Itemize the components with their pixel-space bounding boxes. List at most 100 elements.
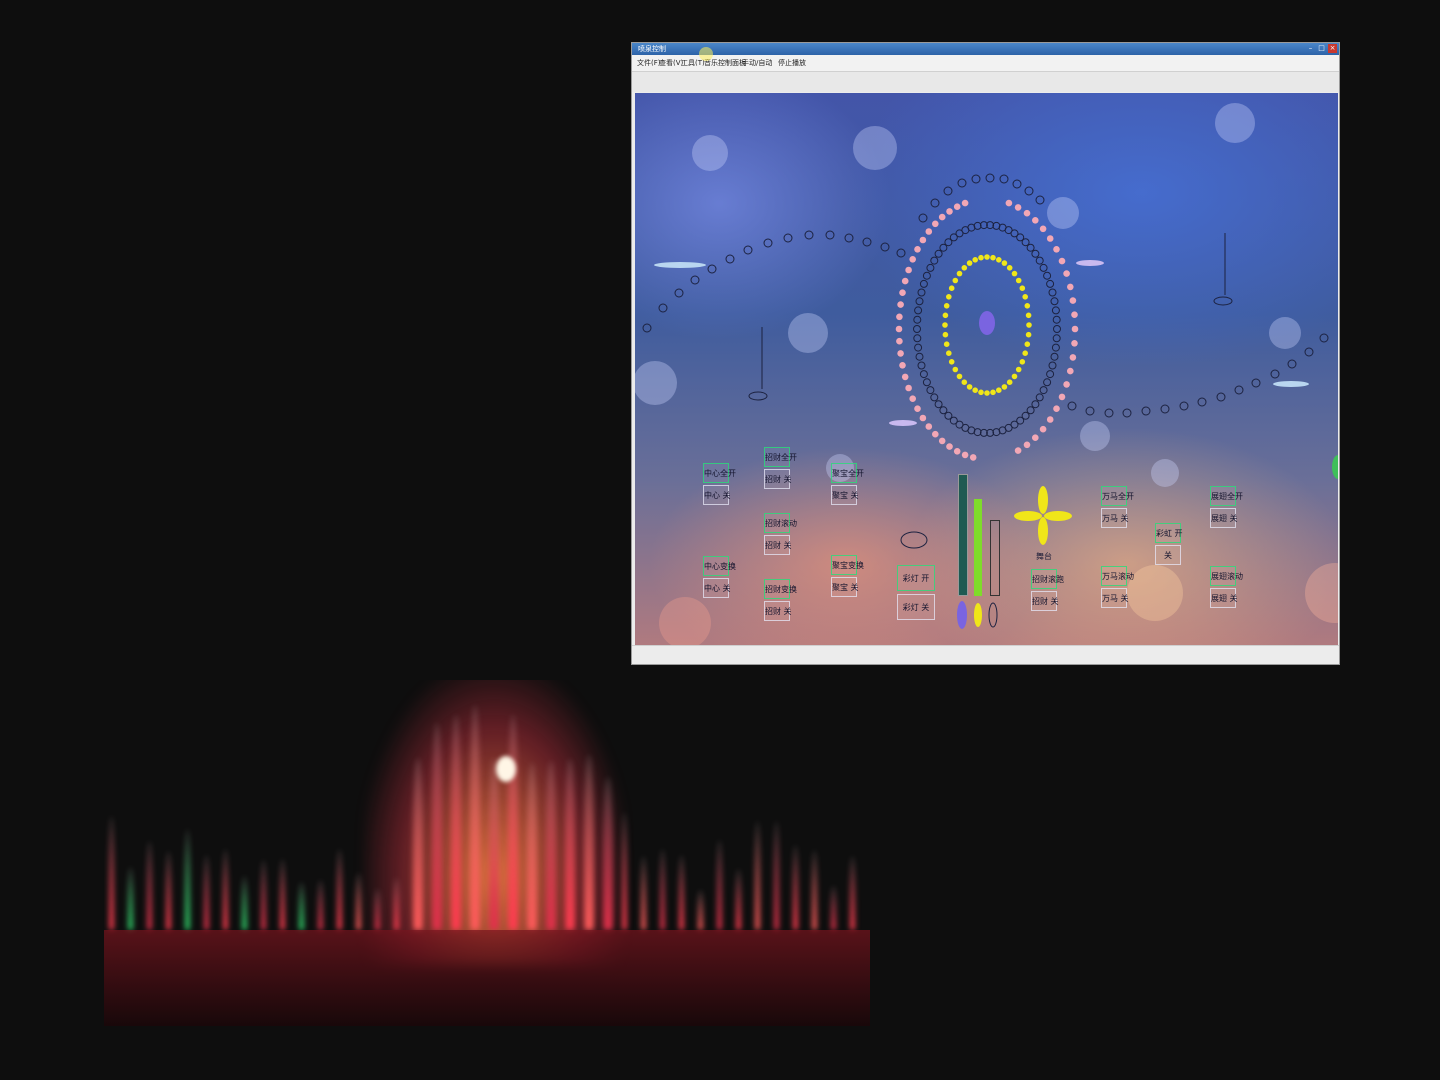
center-nozzle bbox=[979, 311, 995, 335]
titlebar: 喷泉控制 – □ × bbox=[632, 43, 1339, 55]
ring-dot bbox=[897, 301, 904, 308]
center-off-button[interactable]: 中心 关 bbox=[703, 485, 729, 505]
marker-base bbox=[749, 392, 767, 400]
jubao-off-button-2[interactable]: 聚宝 关 bbox=[831, 577, 857, 597]
ring-dot bbox=[962, 265, 968, 271]
stage-label: 舞台 bbox=[1036, 551, 1052, 562]
light-off-button[interactable]: 彩灯 关 bbox=[897, 594, 935, 620]
bokeh-dot bbox=[635, 361, 677, 405]
zhaocai-off-button-2[interactable]: 招财 关 bbox=[764, 535, 790, 555]
ring-dot bbox=[1016, 367, 1022, 373]
ring-dot bbox=[944, 341, 950, 347]
ring-dot bbox=[978, 390, 984, 396]
zhanchi-all-on-button[interactable]: 展翅全开 bbox=[1210, 486, 1236, 506]
nozzle-ellipse bbox=[901, 532, 927, 548]
ring-dot bbox=[962, 200, 969, 207]
zhaocai-change-button[interactable]: 招财变换 bbox=[764, 579, 790, 599]
ring-dot bbox=[1026, 332, 1032, 338]
center-all-on-button[interactable]: 中心全开 bbox=[703, 463, 729, 483]
ring-dot bbox=[954, 203, 961, 210]
water-jet bbox=[223, 849, 228, 930]
menu-file[interactable]: 文件(F) bbox=[637, 58, 661, 68]
level-bar-teal bbox=[958, 474, 968, 596]
ring-dot bbox=[978, 255, 984, 261]
zhaocai-move-button[interactable]: 招财滚动 bbox=[764, 513, 790, 533]
water-jet bbox=[736, 869, 741, 930]
zhanchi-move-button[interactable]: 展翅滚动 bbox=[1210, 566, 1236, 586]
ring-dot bbox=[954, 448, 961, 455]
bar-drop-empty bbox=[989, 603, 997, 627]
ring-dot bbox=[962, 379, 968, 385]
water-jet bbox=[261, 860, 266, 930]
nozzle-ellipse bbox=[889, 420, 917, 426]
zhaocai-off-button[interactable]: 招财 关 bbox=[764, 469, 790, 489]
ring-dot bbox=[984, 254, 990, 260]
jubao-off-button[interactable]: 聚宝 关 bbox=[831, 485, 857, 505]
zhaocai-all-on-button[interactable]: 招财全开 bbox=[764, 447, 790, 467]
maximize-icon[interactable]: □ bbox=[1317, 44, 1326, 53]
zhaocai-roll-button[interactable]: 招财滚跑 bbox=[1031, 569, 1057, 589]
wanma-all-on-button[interactable]: 万马全开 bbox=[1101, 486, 1127, 506]
bar-drop-purple bbox=[957, 601, 967, 629]
water-jet bbox=[489, 758, 499, 930]
zhaocai-off-button-3[interactable]: 招财 关 bbox=[764, 601, 790, 621]
ring-dot bbox=[1022, 294, 1028, 300]
zhanchi-off-button[interactable]: 展翅 关 bbox=[1210, 508, 1236, 528]
minimize-icon[interactable]: – bbox=[1306, 44, 1315, 53]
clover-icon bbox=[1014, 486, 1072, 545]
ring-dot bbox=[1059, 258, 1066, 265]
scroll-handle[interactable] bbox=[1332, 455, 1338, 479]
ring-dot bbox=[1040, 426, 1047, 433]
menu-stop[interactable]: 停止播放 bbox=[778, 58, 806, 68]
ring-dot bbox=[1047, 235, 1054, 242]
ring-dot bbox=[1072, 326, 1079, 333]
ring-dot bbox=[1049, 362, 1056, 369]
ring-dot bbox=[1063, 381, 1070, 388]
water-jet bbox=[622, 812, 627, 930]
ring-dot bbox=[905, 385, 912, 392]
water-jet bbox=[565, 759, 575, 930]
wanma-off-button-2[interactable]: 万马 关 bbox=[1101, 588, 1127, 608]
close-icon[interactable]: × bbox=[1328, 44, 1337, 53]
water-jet bbox=[698, 890, 703, 930]
water-jet bbox=[242, 876, 247, 930]
menu-manual-auto[interactable]: 手动/自动 bbox=[742, 58, 772, 68]
water-reflection bbox=[104, 930, 870, 1026]
zhanchi-off-button-2[interactable]: 展翅 关 bbox=[1210, 588, 1236, 608]
ring-dot bbox=[902, 374, 909, 381]
water-jet bbox=[774, 821, 779, 930]
caideng-off-button[interactable]: 关 bbox=[1155, 545, 1181, 565]
caideng-on-button[interactable]: 彩虹 开 bbox=[1155, 523, 1181, 543]
ring-dot bbox=[916, 298, 923, 305]
ring-dot bbox=[914, 246, 921, 253]
ring-dot bbox=[943, 313, 949, 319]
ring-dot bbox=[1052, 344, 1059, 351]
cursor-highlight bbox=[699, 47, 713, 61]
bokeh-background bbox=[635, 103, 1338, 646]
center-change-button[interactable]: 中心变换 bbox=[703, 556, 729, 576]
jubao-change-button[interactable]: 聚宝变换 bbox=[831, 555, 857, 575]
menu-view[interactable]: 查看(V) bbox=[659, 58, 683, 68]
ring-dot bbox=[967, 260, 973, 266]
level-bar-green bbox=[974, 499, 982, 596]
water-jet bbox=[546, 761, 556, 930]
ring-dot bbox=[957, 374, 963, 380]
ring-dot bbox=[1067, 368, 1074, 375]
wanma-move-button[interactable]: 万马滚动 bbox=[1101, 566, 1127, 586]
water-jet bbox=[280, 859, 285, 930]
bar-drop-yellow bbox=[974, 603, 982, 627]
nozzle-ellipse bbox=[1076, 260, 1104, 266]
jubao-all-on-button[interactable]: 聚宝全开 bbox=[831, 463, 857, 483]
ring-dot bbox=[935, 401, 942, 408]
zhaocai-off-button-4[interactable]: 招财 关 bbox=[1031, 591, 1057, 611]
ring-dot bbox=[1070, 297, 1077, 304]
center-off-button-2[interactable]: 中心 关 bbox=[703, 578, 729, 598]
light-on-button[interactable]: 彩灯 开 bbox=[897, 565, 935, 591]
level-bar-empty bbox=[990, 520, 1000, 596]
ring-dot bbox=[1047, 280, 1054, 287]
nozzle-ellipse bbox=[1273, 381, 1309, 387]
water-jet bbox=[299, 882, 304, 930]
water-jet bbox=[660, 849, 665, 930]
menubar: 文件(F) 查看(V) 工具(T) 音乐控制面板 手动/自动 停止播放 bbox=[632, 55, 1339, 72]
wanma-off-button[interactable]: 万马 关 bbox=[1101, 508, 1127, 528]
